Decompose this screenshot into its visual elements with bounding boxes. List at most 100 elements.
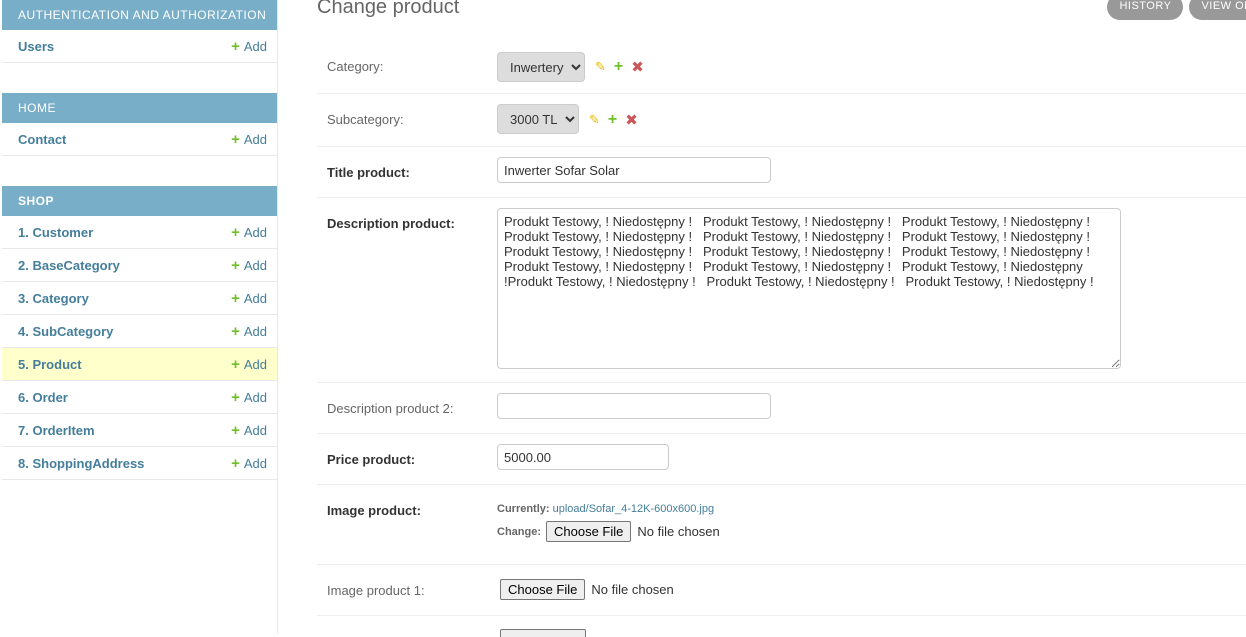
shoppingaddress-link[interactable]: 8. ShoppingAddress: [18, 456, 144, 471]
add-label: Add: [243, 224, 267, 240]
image1-choose-file-button[interactable]: Choose File: [500, 579, 586, 600]
module-shop: Shop 1. Customer + Add 2. BaseCategory + A…: [2, 186, 277, 480]
page-title: Change product: [317, 0, 460, 18]
form-row-image: Image product: Currently: upload/Sofar_4…: [317, 485, 1246, 565]
form-row-description: Description product: Produkt Testowy, ! …: [317, 198, 1246, 383]
x-icon[interactable]: ✖: [631, 58, 644, 76]
module-caption-home[interactable]: Home: [2, 93, 277, 123]
add-label: Add: [243, 422, 267, 438]
customer-add-link[interactable]: + Add: [231, 225, 267, 240]
subcategory-label: Subcategory:: [327, 112, 404, 127]
contact-link[interactable]: Contact: [18, 132, 66, 147]
next-row-partial-control[interactable]: [500, 629, 586, 637]
module-auth: Authentication and Authorization Users +…: [2, 0, 277, 63]
image-file-upload: Currently: upload/Sofar_4-12K-600x600.jp…: [497, 503, 720, 542]
plus-icon: +: [231, 421, 240, 439]
description2-label: Description product 2:: [327, 401, 454, 416]
sidebar-item-product: 5. Product + Add: [2, 348, 277, 381]
plus-icon: +: [231, 355, 240, 373]
users-add-link[interactable]: + Add: [231, 39, 267, 54]
plus-icon[interactable]: +: [614, 58, 623, 76]
pencil-icon[interactable]: ✎: [589, 112, 600, 128]
add-label: Add: [243, 131, 267, 147]
plus-icon: +: [231, 37, 240, 55]
shoppingaddress-add-link[interactable]: + Add: [231, 456, 267, 471]
product-link[interactable]: 5. Product: [18, 357, 82, 372]
description-textarea[interactable]: Produkt Testowy, ! Niedostępny ! Produkt…: [497, 208, 1121, 369]
main-content: Change product History View on s Categor…: [278, 0, 1246, 637]
price-label: Price product:: [327, 452, 416, 467]
module-home: Home Contact + Add: [2, 93, 277, 156]
add-label: Add: [243, 257, 267, 273]
order-add-link[interactable]: + Add: [231, 390, 267, 405]
category-related-widgets: ✎ + ✖: [595, 58, 644, 76]
users-link[interactable]: Users: [18, 39, 54, 54]
image-current-file-link[interactable]: upload/Sofar_4-12K-600x600.jpg: [553, 503, 714, 515]
category-select[interactable]: Inwertery: [497, 52, 585, 82]
sidebar-item-subcategory: 4. SubCategory + Add: [2, 315, 277, 348]
plus-icon[interactable]: +: [608, 111, 617, 129]
object-tools: History View on s: [1107, 0, 1246, 20]
plus-icon: +: [231, 454, 240, 472]
image1-label: Image product 1:: [327, 583, 425, 598]
plus-icon: +: [231, 388, 240, 406]
image-change-label: Change:: [497, 525, 541, 538]
subcategory-related-widgets: ✎ + ✖: [589, 111, 638, 129]
price-input[interactable]: [497, 444, 669, 470]
category-add-link[interactable]: + Add: [231, 291, 267, 306]
basecategory-add-link[interactable]: + Add: [231, 258, 267, 273]
description2-input[interactable]: [497, 393, 771, 419]
category-label: Category:: [327, 59, 384, 74]
image-currently-row: Currently: upload/Sofar_4-12K-600x600.jp…: [497, 503, 720, 515]
module-caption-shop[interactable]: Shop: [2, 186, 277, 216]
add-label: Add: [243, 290, 267, 306]
plus-icon: +: [231, 223, 240, 241]
subcategory-add-link[interactable]: + Add: [231, 324, 267, 339]
sidebar-item-category: 3. Category + Add: [2, 282, 277, 315]
basecategory-link[interactable]: 2. BaseCategory: [18, 258, 120, 273]
subcategory-select[interactable]: 3000 TL: [497, 104, 579, 134]
customer-link[interactable]: 1. Customer: [18, 225, 93, 240]
form-row-subcategory: Subcategory: 3000 TL ✎ + ✖: [317, 94, 1246, 147]
order-link[interactable]: 6. Order: [18, 390, 68, 405]
product-add-link[interactable]: + Add: [231, 357, 267, 372]
sidebar-item-customer: 1. Customer + Add: [2, 216, 277, 249]
title-input[interactable]: [497, 157, 771, 183]
form-row-description2: Description product 2:: [317, 383, 1246, 434]
image-change-row: Change: Choose File No file chosen: [497, 521, 720, 542]
category-link[interactable]: 3. Category: [18, 291, 89, 306]
plus-icon: +: [231, 322, 240, 340]
add-label: Add: [243, 356, 267, 372]
sidebar: Authentication and Authorization Users +…: [0, 0, 278, 634]
sidebar-item-basecategory: 2. BaseCategory + Add: [2, 249, 277, 282]
title-label: Title product:: [327, 165, 410, 180]
image-choose-file-button[interactable]: Choose File: [546, 521, 632, 542]
view-on-site-button[interactable]: View on s: [1189, 0, 1246, 20]
form-row-category: Category: Inwertery ✎ + ✖: [317, 41, 1246, 94]
orderitem-add-link[interactable]: + Add: [231, 423, 267, 438]
image-file-status: No file chosen: [637, 524, 720, 539]
sidebar-item-users: Users + Add: [2, 30, 277, 63]
image1-file-status: No file chosen: [591, 582, 674, 597]
form-row-image1: Image product 1: Choose File No file cho…: [317, 565, 1246, 616]
sidebar-item-shoppingaddress: 8. ShoppingAddress + Add: [2, 447, 277, 480]
image-currently-label: Currently:: [497, 503, 550, 515]
image1-file-upload: Choose File No file chosen: [500, 579, 674, 600]
plus-icon: +: [231, 130, 240, 148]
description-label: Description product:: [327, 216, 455, 231]
form-row-title: Title product:: [317, 147, 1246, 198]
contact-add-link[interactable]: + Add: [231, 132, 267, 147]
sidebar-item-orderitem: 7. OrderItem + Add: [2, 414, 277, 447]
orderitem-link[interactable]: 7. OrderItem: [18, 423, 95, 438]
add-label: Add: [243, 455, 267, 471]
sidebar-item-contact: Contact + Add: [2, 123, 277, 156]
subcategory-link[interactable]: 4. SubCategory: [18, 324, 113, 339]
module-caption-auth[interactable]: Authentication and Authorization: [2, 0, 277, 30]
plus-icon: +: [231, 256, 240, 274]
history-button[interactable]: History: [1107, 0, 1184, 20]
x-icon[interactable]: ✖: [625, 111, 638, 129]
add-label: Add: [243, 389, 267, 405]
plus-icon: +: [231, 289, 240, 307]
pencil-icon[interactable]: ✎: [595, 59, 606, 75]
form-row-price: Price product:: [317, 434, 1246, 485]
